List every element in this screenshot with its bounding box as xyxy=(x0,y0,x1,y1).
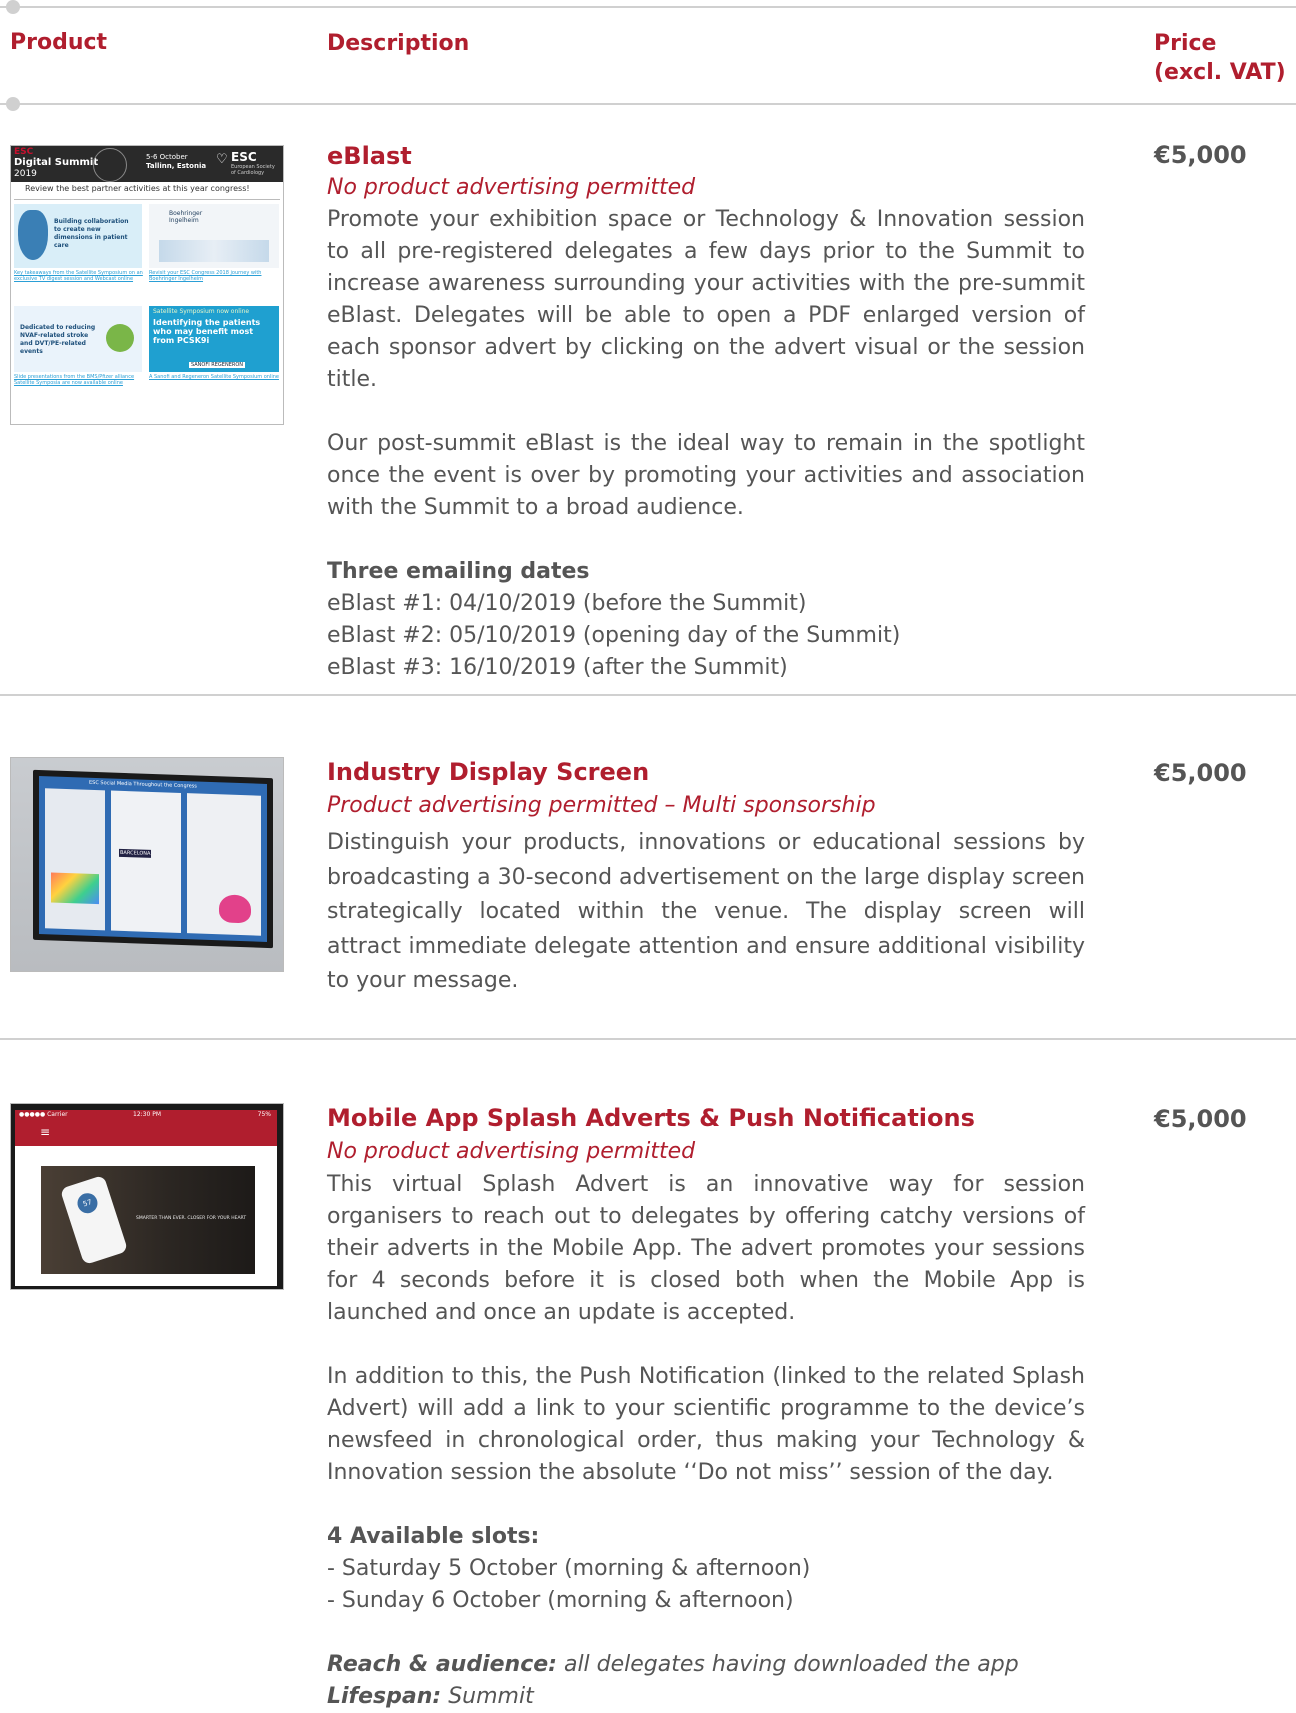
splash-tagline: SMARTER THAN EVER. CLOSER FOR YOUR HEART xyxy=(136,1216,247,1221)
phone-in-hand-graphic-icon: 57 xyxy=(59,1174,129,1266)
mobile-app-thumbnail: ●●●●● Carrier 12:30 PM 75% ≡ 57 SMARTER … xyxy=(10,1103,284,1290)
lifespan-value: Summit xyxy=(441,1684,534,1709)
screen-panel xyxy=(45,788,105,931)
price-label-line1: Price xyxy=(1154,31,1217,56)
divider xyxy=(0,694,1296,696)
splash-advert-image: 57 SMARTER THAN EVER. CLOSER FOR YOUR HE… xyxy=(41,1166,255,1274)
reach-value: all delegates having downloaded the app xyxy=(556,1652,1019,1677)
screen-display: ESC Social Media Throughout the Congress… xyxy=(39,776,267,942)
screen-city: BARCELONA xyxy=(119,848,152,858)
hamburger-menu-icon: ≡ xyxy=(40,1125,51,1139)
slots-heading: 4 Available slots: xyxy=(327,1524,540,1549)
battery-label: 75% xyxy=(257,1111,271,1118)
divider xyxy=(0,1038,1296,1040)
screen-frame: ESC Social Media Throughout the Congress… xyxy=(33,769,273,949)
eblast-year: 2019 xyxy=(14,169,37,179)
item-price-eblast: €5,000 xyxy=(1154,141,1247,169)
phone-status-bar: ●●●●● Carrier 12:30 PM 75% xyxy=(15,1110,277,1120)
eblast-card-4-brands: SANOFI REGENERON xyxy=(189,362,246,368)
eblast-thumbnail: ESC Digital Summit 2019 5-6 October Tall… xyxy=(10,145,284,425)
skyline-graphic-icon xyxy=(159,240,269,262)
eblast-society: ESC xyxy=(231,150,257,164)
item-subtitle-mobile-app: No product advertising permitted xyxy=(327,1139,696,1164)
column-header-product: Product xyxy=(10,30,108,55)
eblast-society-sub: European Society of Cardiology xyxy=(231,164,275,176)
eblast-card-2: Boehringer Ingelheim xyxy=(149,204,279,268)
description-paragraph: This virtual Splash Advert is an innovat… xyxy=(327,1172,1085,1325)
description-paragraph: Distinguish your products, innovations o… xyxy=(327,830,1085,993)
screen-title: ESC Social Media Throughout the Congress xyxy=(89,779,197,790)
lifespan-line: Lifespan: Summit xyxy=(327,1681,1085,1713)
time-label: 12:30 PM xyxy=(133,1111,161,1118)
app-header-bar: ≡ xyxy=(15,1120,277,1146)
eblast-card-1-link: Key takeaways from the Satellite Symposi… xyxy=(14,270,143,282)
eblast-card-3: Dedicated to reducing NVAF-related strok… xyxy=(14,306,142,372)
eblast-card-4: Satellite Symposium now online Identifyi… xyxy=(149,306,279,372)
reach-label: Reach & audience: xyxy=(327,1652,557,1677)
item-price-mobile-app: €5,000 xyxy=(1154,1105,1247,1133)
item-title-mobile-app: Mobile App Splash Adverts & Push Notific… xyxy=(327,1104,975,1132)
date-line: eBlast #2: 05/10/2019 (opening day of th… xyxy=(327,623,901,648)
date-line: eBlast #1: 04/10/2019 (before the Summit… xyxy=(327,591,807,616)
heart-graphic-icon xyxy=(18,210,48,260)
item-title-display-screen: Industry Display Screen xyxy=(327,758,650,786)
thumb-rule xyxy=(14,199,280,200)
display-screen-thumbnail: ESC Social Media Throughout the Congress… xyxy=(10,757,284,972)
people-graphic-icon xyxy=(106,324,134,352)
eblast-card-3-link: Slide presentations from the BMS/Pfizer … xyxy=(14,374,135,386)
dates-heading: Three emailing dates xyxy=(327,559,590,584)
date-line: eBlast #3: 16/10/2019 (after the Summit) xyxy=(327,655,788,680)
description-paragraph: In addition to this, the Push Notificati… xyxy=(327,1364,1085,1485)
eblast-banner: ESC Digital Summit 2019 5-6 October Tall… xyxy=(11,146,283,182)
heart-graphic-icon xyxy=(219,894,251,924)
eblast-card-3-text: Dedicated to reducing NVAF-related strok… xyxy=(20,324,96,355)
item-subtitle-eblast: No product advertising permitted xyxy=(327,175,696,200)
phone-number-badge: 57 xyxy=(74,1190,101,1216)
reach-line: Reach & audience: all delegates having d… xyxy=(327,1649,1085,1681)
lifespan-label: Lifespan: xyxy=(327,1684,442,1709)
eblast-card-1-text: Building collaboration to create new dim… xyxy=(54,218,129,249)
column-header-description: Description xyxy=(327,31,470,56)
eblast-brand: ESC xyxy=(14,147,34,157)
eblast-city: Tallinn, Estonia xyxy=(146,162,207,170)
description-paragraph: Promote your exhibition space or Technol… xyxy=(327,207,1085,392)
item-subtitle-display-screen: Product advertising permitted – Multi sp… xyxy=(327,793,876,818)
eblast-dates: 5-6 October xyxy=(146,153,188,161)
eblast-card-4-main: Identifying the patients who may benefit… xyxy=(153,318,261,345)
item-title-eblast: eBlast xyxy=(327,142,412,170)
eblast-card-4-top: Satellite Symposium now online xyxy=(153,308,250,315)
globe-graphic-icon xyxy=(93,148,127,182)
slot-line: - Saturday 5 October (morning & afternoo… xyxy=(327,1556,811,1581)
eblast-card-1: Building collaboration to create new dim… xyxy=(14,204,142,268)
colorful-tiles-graphic-icon xyxy=(51,872,99,905)
eblast-headline: Review the best partner activities at th… xyxy=(25,184,250,193)
carrier-label: ●●●●● Carrier xyxy=(19,1111,68,1118)
column-header-price: Price (excl. VAT) xyxy=(1154,29,1286,87)
divider xyxy=(0,103,1296,105)
splash-area: 57 SMARTER THAN EVER. CLOSER FOR YOUR HE… xyxy=(15,1146,277,1286)
item-description-mobile-app: This virtual Splash Advert is an innovat… xyxy=(327,1169,1085,1713)
divider xyxy=(0,6,1296,8)
eblast-card-2-link: Revisit your ESC Congress 2018 journey w… xyxy=(149,270,262,282)
slot-line: - Sunday 6 October (morning & afternoon) xyxy=(327,1588,794,1613)
item-description-display-screen: Distinguish your products, innovations o… xyxy=(327,826,1085,999)
heart-logo-icon: ♡ xyxy=(216,152,228,167)
screen-panel xyxy=(111,790,181,933)
eblast-card-2-text: Boehringer Ingelheim xyxy=(169,210,203,224)
eblast-card-4-link: A Sanofi and Regeneron Satellite Symposi… xyxy=(149,374,279,380)
price-label-line2: (excl. VAT) xyxy=(1154,60,1286,85)
item-description-eblast: Promote your exhibition space or Technol… xyxy=(327,204,1085,684)
description-paragraph: Our post-summit eBlast is the ideal way … xyxy=(327,431,1085,520)
eblast-event: Digital Summit xyxy=(14,157,99,168)
item-price-display-screen: €5,000 xyxy=(1154,759,1247,787)
